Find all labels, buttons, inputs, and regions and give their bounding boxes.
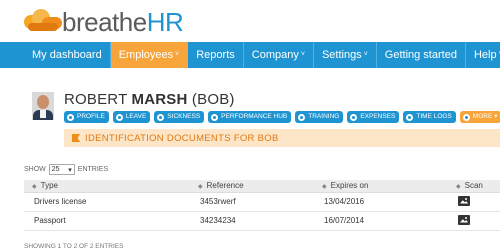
table-header-row: ◆ Type ◆ Reference ◆ Expires on ◆ Scan xyxy=(24,180,500,193)
cloud-logo-icon xyxy=(24,7,64,37)
employee-actions: PROFILE LEAVE SICKNESS PERFORMANCE HUB T… xyxy=(64,111,500,123)
logo-text-hr: HR xyxy=(146,7,184,37)
receipt-icon xyxy=(350,113,358,121)
chevron-down-icon: ˅ xyxy=(363,51,368,58)
employee-name: ROBERT MARSH (BOB) xyxy=(64,91,235,108)
cell-reference: 34234234 xyxy=(190,211,314,231)
sort-icon: ◆ xyxy=(32,184,37,191)
nav-reports[interactable]: Reports xyxy=(188,42,244,68)
nickname: (BOB) xyxy=(191,91,235,108)
table-row[interactable]: Passport 34234234 16/07/2014 xyxy=(24,211,500,231)
cell-expires: 16/07/2014 xyxy=(314,211,448,231)
cell-scan xyxy=(448,192,500,212)
chevron-down-icon: ˅ xyxy=(300,51,305,58)
cell-type: Drivers license xyxy=(24,192,190,212)
brand-logo[interactable]: breatheHR xyxy=(24,4,184,40)
nav-label: Reports xyxy=(196,49,235,61)
nav-label: Settings xyxy=(321,49,362,61)
button-label: LEAVE xyxy=(125,113,147,120)
header-label: Scan xyxy=(464,181,483,191)
table-footer-info: SHOWING 1 TO 2 OF 2 ENTRIES xyxy=(24,243,124,250)
logo-text-breathe: breathe xyxy=(62,7,147,37)
avatar xyxy=(32,92,54,120)
entries-value: 25 xyxy=(51,166,60,173)
nav-my-dashboard[interactable]: My dashboard xyxy=(0,42,111,68)
sort-icon: ◆ xyxy=(322,184,327,191)
graduation-cap-icon xyxy=(298,113,306,121)
column-header-type[interactable]: ◆ Type xyxy=(24,180,190,193)
nav-label: Help xyxy=(473,49,497,61)
nav-help[interactable]: Help˅ xyxy=(466,42,500,68)
plane-icon xyxy=(115,113,123,121)
last-name: MARSH xyxy=(131,91,188,108)
show-label: SHOW xyxy=(24,166,46,173)
performance-hub-button[interactable]: PERFORMANCE HUB xyxy=(208,111,292,123)
button-label: TIME LOGS xyxy=(416,113,452,120)
section-title: IDENTIFICATION DOCUMENTS FOR BOB xyxy=(85,132,279,144)
nav-label: Getting started xyxy=(384,49,457,61)
bookmark-icon xyxy=(72,134,80,142)
button-label: PERFORMANCE HUB xyxy=(221,113,288,120)
user-icon xyxy=(67,113,74,121)
chat-icon xyxy=(211,113,219,121)
nav-label: My dashboard xyxy=(32,49,102,61)
button-label: SICKNESS xyxy=(167,113,201,120)
nav-company[interactable]: Company ˅ xyxy=(244,42,314,68)
column-header-expires[interactable]: ◆ Expires on xyxy=(314,180,448,193)
sort-icon: ◆ xyxy=(456,184,461,191)
time-logs-button[interactable]: TIME LOGS xyxy=(403,111,456,123)
header-label: Reference xyxy=(206,181,244,191)
chevron-down-icon: ▾ xyxy=(68,166,72,174)
nav-settings[interactable]: Settings ˅ xyxy=(314,42,377,68)
clock-icon xyxy=(406,113,414,121)
main-nav: My dashboard Employees ˅ Reports Company ˅… xyxy=(0,42,500,68)
cell-type: Passport xyxy=(24,211,190,231)
button-label: PROFILE xyxy=(77,113,105,120)
image-icon[interactable] xyxy=(458,195,470,206)
cell-expires: 13/04/2016 xyxy=(314,192,448,212)
chevron-down-icon: ˅ xyxy=(175,51,180,58)
header-label: Expires on xyxy=(330,181,369,191)
cell-reference: 3453rwerf xyxy=(190,192,314,212)
logo-wordmark: breatheHR xyxy=(62,7,184,37)
entries-label: ENTRIES xyxy=(77,166,109,173)
first-name: ROBERT xyxy=(64,91,128,108)
image-icon[interactable] xyxy=(458,214,470,225)
header-label: Type xyxy=(40,181,58,191)
training-button[interactable]: TRAINING xyxy=(295,111,344,123)
sickness-button[interactable]: SICKNESS xyxy=(154,111,205,123)
sort-icon: ◆ xyxy=(198,184,203,191)
cell-scan xyxy=(448,211,500,231)
expenses-button[interactable]: EXPENSES xyxy=(347,111,400,123)
button-label: EXPENSES xyxy=(360,113,396,120)
column-header-reference[interactable]: ◆ Reference xyxy=(190,180,314,193)
entries-select[interactable]: 25 ▾ xyxy=(48,164,75,175)
leave-button[interactable]: LEAVE xyxy=(112,111,151,123)
more-icon xyxy=(462,113,470,121)
nav-employees[interactable]: Employees ˅ xyxy=(110,42,189,68)
section-banner: IDENTIFICATION DOCUMENTS FOR BOB xyxy=(64,129,500,147)
nav-getting-started[interactable]: Getting started xyxy=(377,42,466,68)
medkit-icon xyxy=(157,113,165,121)
entries-control: SHOW 25 ▾ ENTRIES xyxy=(24,164,108,175)
nav-label: Company xyxy=(251,49,299,61)
column-header-scan[interactable]: ◆ Scan xyxy=(448,180,500,193)
table-row[interactable]: Drivers license 3453rwerf 13/04/2016 xyxy=(24,192,500,212)
nav-label: Employees xyxy=(118,49,174,61)
button-label: TRAINING xyxy=(308,113,340,120)
more-button[interactable]: MORE ▾ xyxy=(459,111,500,123)
documents-table: ◆ Type ◆ Reference ◆ Expires on ◆ Scan Drive… xyxy=(24,180,500,231)
profile-button[interactable]: PROFILE xyxy=(64,111,109,123)
button-label: MORE ▾ xyxy=(472,113,498,120)
